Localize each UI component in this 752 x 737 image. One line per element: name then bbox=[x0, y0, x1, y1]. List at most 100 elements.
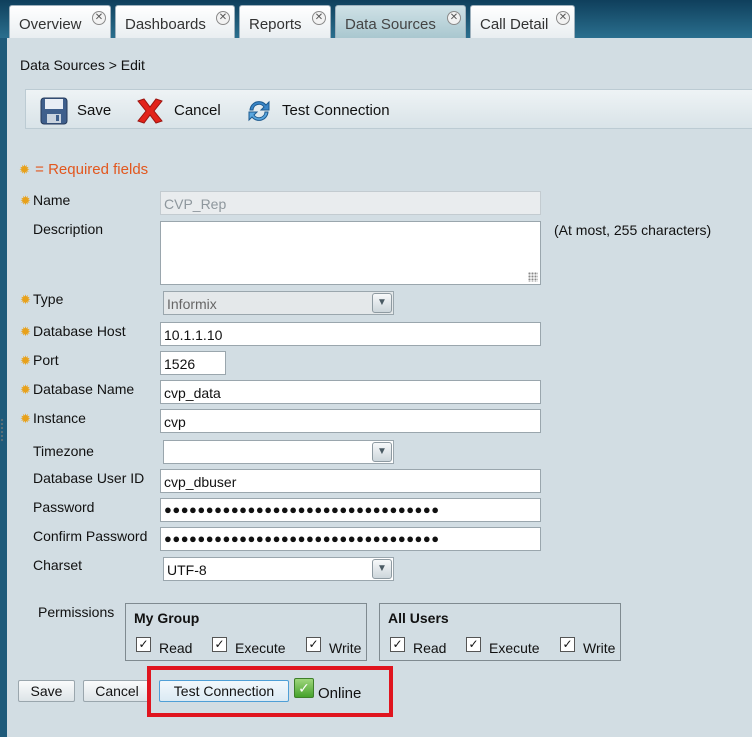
instance-label-text: Instance bbox=[33, 410, 86, 426]
edit-panel: Data Sources > Edit Save Cancel Test Con… bbox=[7, 38, 752, 737]
tab-label: Overview bbox=[19, 16, 82, 33]
chevron-down-icon[interactable]: ▼ bbox=[372, 293, 392, 313]
database-name-field[interactable]: cvp_data bbox=[160, 380, 541, 404]
resize-handle[interactable] bbox=[0, 418, 4, 442]
password-field[interactable]: ●●●●●●●●●●●●●●●●●●●●●●●●●●●●●●●●● bbox=[160, 498, 541, 522]
all-users-read-checkbox[interactable]: ✓ bbox=[390, 637, 405, 652]
name-label-text: Name bbox=[33, 192, 71, 208]
type-select-value: Informix bbox=[167, 296, 217, 312]
type-label-text: Type bbox=[33, 291, 64, 307]
gear-icon: ✹ bbox=[20, 411, 31, 426]
gear-icon: ✹ bbox=[20, 353, 31, 368]
name-field[interactable]: CVP_Rep bbox=[160, 191, 541, 215]
my-group-read-checkbox[interactable]: ✓ bbox=[136, 637, 151, 652]
toolbar-cancel-button[interactable]: Cancel bbox=[134, 97, 234, 125]
close-icon[interactable]: ✕ bbox=[312, 11, 326, 25]
resize-grip-icon[interactable] bbox=[528, 272, 538, 282]
refresh-icon bbox=[248, 100, 270, 122]
tab-reports[interactable]: Reports ✕ bbox=[239, 5, 331, 38]
close-icon[interactable]: ✕ bbox=[216, 11, 230, 25]
close-icon[interactable]: ✕ bbox=[92, 11, 106, 25]
highlight-box bbox=[147, 666, 393, 717]
timezone-select[interactable]: ▼ bbox=[163, 440, 394, 464]
description-hint: (At most, 255 characters) bbox=[554, 222, 712, 238]
charset-select[interactable]: UTF-8 ▼ bbox=[163, 557, 394, 581]
confirm-password-field[interactable]: ●●●●●●●●●●●●●●●●●●●●●●●●●●●●●●●●● bbox=[160, 527, 541, 551]
tab-dashboards[interactable]: Dashboards ✕ bbox=[115, 5, 235, 38]
tab-call-detail[interactable]: Call Detail ✕ bbox=[470, 5, 575, 38]
my-group-write-label: Write bbox=[329, 640, 362, 656]
tab-data-sources[interactable]: Data Sources ✕ bbox=[335, 5, 466, 38]
host-label-text: Database Host bbox=[33, 323, 126, 339]
save-button[interactable]: Save bbox=[18, 680, 75, 702]
all-users-read-label: Read bbox=[413, 640, 447, 656]
userid-label: Database User ID bbox=[33, 470, 145, 486]
my-group-read-label: Read bbox=[159, 640, 193, 656]
password-label: Password bbox=[33, 499, 95, 515]
check-icon: ✓ bbox=[562, 637, 573, 651]
test-connection-label: Test Connection bbox=[282, 102, 390, 119]
tab-label: Call Detail bbox=[480, 16, 549, 33]
required-note: ✹ = Required fields bbox=[18, 161, 148, 178]
database-host-field[interactable]: 10.1.1.10 bbox=[160, 322, 541, 346]
charset-select-value: UTF-8 bbox=[167, 562, 207, 578]
gear-icon: ✹ bbox=[20, 193, 31, 208]
all-users-title: All Users bbox=[388, 610, 449, 626]
check-icon: ✓ bbox=[308, 637, 319, 651]
my-group-permissions: My Group ✓ Read ✓ Execute ✓ Write bbox=[125, 603, 367, 661]
port-label-text: Port bbox=[33, 352, 59, 368]
toolbar-save-button[interactable]: Save bbox=[40, 97, 120, 125]
close-icon[interactable]: ✕ bbox=[556, 11, 570, 25]
tab-label: Dashboards bbox=[125, 16, 206, 33]
description-label: Description bbox=[33, 221, 104, 237]
gear-icon: ✹ bbox=[20, 292, 31, 307]
dbname-label: ✹ Database Name bbox=[20, 381, 135, 397]
description-field[interactable] bbox=[160, 221, 541, 285]
dbname-label-text: Database Name bbox=[33, 381, 135, 397]
chevron-down-icon[interactable]: ▼ bbox=[372, 559, 392, 579]
all-users-write-checkbox[interactable]: ✓ bbox=[560, 637, 575, 652]
host-label: ✹ Database Host bbox=[20, 323, 126, 339]
cancel-icon bbox=[137, 98, 163, 124]
type-label: ✹ Type bbox=[20, 291, 64, 307]
close-icon[interactable]: ✕ bbox=[447, 11, 461, 25]
cancel-button[interactable]: Cancel bbox=[83, 680, 151, 702]
instance-field[interactable]: cvp bbox=[160, 409, 541, 433]
tab-label: Data Sources bbox=[345, 16, 436, 33]
gear-icon: ✹ bbox=[20, 382, 31, 397]
my-group-execute-checkbox[interactable]: ✓ bbox=[212, 637, 227, 652]
confirm-password-label: Confirm Password bbox=[33, 528, 148, 544]
check-icon: ✓ bbox=[392, 637, 403, 651]
check-icon: ✓ bbox=[138, 637, 149, 651]
cancel-label: Cancel bbox=[174, 102, 221, 119]
toolbar-test-connection-button[interactable]: Test Connection bbox=[244, 97, 394, 125]
save-label: Save bbox=[77, 102, 112, 119]
type-select[interactable]: Informix ▼ bbox=[163, 291, 394, 315]
database-user-id-field[interactable]: cvp_dbuser bbox=[160, 469, 541, 493]
name-label: ✹ Name bbox=[20, 192, 71, 208]
all-users-execute-label: Execute bbox=[489, 640, 540, 656]
all-users-execute-checkbox[interactable]: ✓ bbox=[466, 637, 481, 652]
toolbar: Save Cancel Test Connection bbox=[25, 89, 752, 129]
save-icon bbox=[40, 97, 68, 125]
tab-label: Reports bbox=[249, 16, 302, 33]
instance-label: ✹ Instance bbox=[20, 410, 86, 426]
check-icon: ✓ bbox=[468, 637, 479, 651]
gear-icon: ✹ bbox=[20, 324, 31, 339]
my-group-write-checkbox[interactable]: ✓ bbox=[306, 637, 321, 652]
check-icon: ✓ bbox=[214, 637, 225, 651]
my-group-execute-label: Execute bbox=[235, 640, 286, 656]
my-group-title: My Group bbox=[134, 610, 200, 626]
charset-label: Charset bbox=[33, 557, 83, 573]
permissions-label: Permissions bbox=[38, 604, 115, 620]
all-users-write-label: Write bbox=[583, 640, 616, 656]
breadcrumb: Data Sources > Edit bbox=[20, 57, 145, 73]
chevron-down-icon[interactable]: ▼ bbox=[372, 442, 392, 462]
gear-icon: ✹ bbox=[19, 162, 30, 177]
tab-overview[interactable]: Overview ✕ bbox=[9, 5, 111, 38]
port-field[interactable]: 1526 bbox=[160, 351, 226, 375]
timezone-label: Timezone bbox=[33, 443, 94, 459]
tab-bar: Overview ✕ Dashboards ✕ Reports ✕ Data S… bbox=[0, 0, 752, 38]
required-note-text: = Required fields bbox=[35, 161, 149, 178]
all-users-permissions: All Users ✓ Read ✓ Execute ✓ Write bbox=[379, 603, 621, 661]
